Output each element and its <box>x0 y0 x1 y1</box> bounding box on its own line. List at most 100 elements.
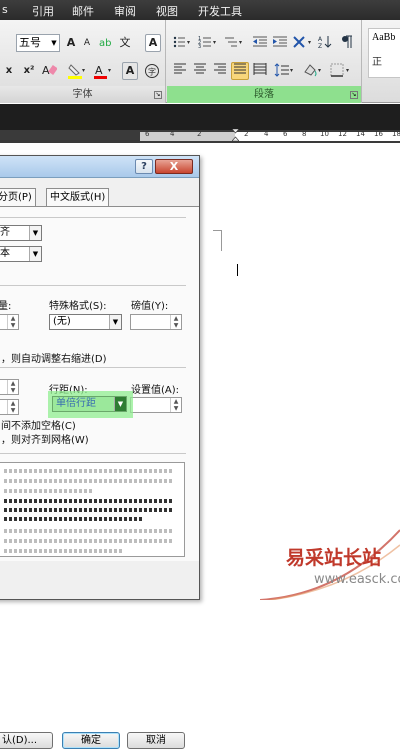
indent-marker-icon[interactable] <box>232 129 239 141</box>
tab-review[interactable]: 审阅 <box>114 3 136 19</box>
ruler-number: 6 <box>283 130 288 138</box>
svg-text:A: A <box>95 64 103 77</box>
help-button[interactable]: ? <box>135 159 153 174</box>
numbering-icon[interactable]: 1 2 3 ▾ <box>197 34 219 52</box>
ruler-number: 4 <box>264 130 269 138</box>
paragraph-group-label: 段落 <box>167 86 361 103</box>
sort-icon[interactable]: AZ <box>317 34 333 52</box>
spacing-after-spinner[interactable]: ▲ ▼ <box>0 399 19 415</box>
phonetic-guide-icon[interactable]: ab <box>97 34 113 52</box>
wen-button[interactable]: 文 <box>116 34 134 52</box>
svg-text:A: A <box>318 36 323 43</box>
line-spacing-select[interactable]: 单倍行距 ▼ <box>52 396 127 412</box>
font-group-label: 字体 <box>0 86 165 103</box>
cancel-button[interactable]: 取消 <box>127 732 185 749</box>
style-preview-text: AaBb <box>372 32 396 43</box>
align-center-icon[interactable] <box>191 62 209 80</box>
spin-down-icon[interactable]: ▼ <box>7 407 18 414</box>
ribbon-tab-bar: s 引用 邮件 审阅 视图 开发工具 <box>0 0 400 20</box>
shading-icon[interactable]: ▾ <box>301 62 325 80</box>
no-space-checkbox-label[interactable]: 间不添加空格(C) <box>1 417 76 432</box>
spin-down-icon[interactable]: ▼ <box>7 387 18 394</box>
subscript-button[interactable]: x <box>2 62 16 80</box>
set-default-button[interactable]: 认(D)... <box>0 732 53 749</box>
special-format-select[interactable]: (无) ▼ <box>49 314 122 330</box>
distributed-icon[interactable] <box>251 62 269 80</box>
style-normal-tile[interactable]: AaBb 正 <box>368 28 400 78</box>
spin-down-icon[interactable]: ▼ <box>7 322 18 329</box>
styles-group: AaBb 正 <box>363 20 400 103</box>
ok-button[interactable]: 确定 <box>62 732 120 749</box>
tab-asian-typography[interactable]: 中文版式(H) <box>46 188 110 206</box>
watermark-text: 易采站长站 <box>286 547 382 569</box>
superscript-button[interactable]: x² <box>20 62 38 80</box>
spin-down-icon[interactable]: ▼ <box>170 405 181 412</box>
svg-text:▾: ▾ <box>318 67 321 74</box>
outline-level-select[interactable]: 本 ▼ <box>0 246 42 262</box>
auto-indent-checkbox-label[interactable]: ，则自动调整右缩进(D) <box>1 350 107 365</box>
ruler-number: 16 <box>374 130 383 138</box>
dialog-titlebar[interactable]: ? X <box>0 156 199 178</box>
chevron-down-icon[interactable]: ▼ <box>49 35 59 51</box>
spin-up-icon[interactable]: ▲ <box>7 315 18 322</box>
horizontal-ruler[interactable]: 6 4 2 2 4 6 8 10 12 14 16 18 <box>0 129 400 143</box>
tab-mailings[interactable]: 邮件 <box>72 3 94 19</box>
font-dialog-launcher-icon[interactable]: ↘ <box>154 91 162 99</box>
grow-font-button[interactable]: A <box>64 34 78 52</box>
line-spacing-icon[interactable]: ▾ <box>273 62 297 80</box>
char-shading-button[interactable]: A <box>122 62 138 80</box>
snap-grid-checkbox-label[interactable]: ，则对齐到网格(W) <box>1 431 89 446</box>
tab-references[interactable]: 引用 <box>32 3 54 19</box>
watermark-url: www.easck.com <box>314 572 400 587</box>
highlight-color-icon[interactable]: ▾ <box>66 62 88 80</box>
indent-left-spinner[interactable]: ▲ ▼ <box>0 314 19 330</box>
enclosed-char-icon[interactable]: 字 <box>143 62 161 80</box>
text-cursor <box>237 264 238 276</box>
tab-start-partial[interactable]: s <box>2 3 8 16</box>
justify-icon[interactable] <box>231 62 249 80</box>
tab-view[interactable]: 视图 <box>156 3 178 19</box>
font-size-combo[interactable]: 五号 ▼ <box>16 34 60 52</box>
ruler-number: 2 <box>197 130 202 138</box>
decrease-indent-icon[interactable] <box>251 34 269 52</box>
borders-icon[interactable]: ▾ <box>329 62 353 80</box>
shrink-font-button[interactable]: A <box>80 34 94 52</box>
spin-up-icon[interactable]: ▲ <box>170 398 181 405</box>
multilevel-list-icon[interactable]: ▾ <box>223 34 245 52</box>
paragraph-dialog-launcher-icon[interactable]: ↘ <box>350 91 358 99</box>
indent-value-spinner[interactable]: ▲ ▼ <box>130 314 182 330</box>
align-left-icon[interactable] <box>171 62 189 80</box>
font-color-icon[interactable]: A ▾ <box>92 62 114 80</box>
clear-format-icon[interactable]: A <box>40 62 58 80</box>
svg-text:A: A <box>42 64 50 77</box>
chevron-down-icon[interactable]: ▼ <box>29 247 41 261</box>
ruler-number: 14 <box>356 130 365 138</box>
spin-up-icon[interactable]: ▲ <box>170 315 181 322</box>
align-right-icon[interactable] <box>211 62 229 80</box>
special-format-label: 特殊格式(S): <box>49 301 107 312</box>
chevron-down-icon[interactable]: ▼ <box>109 315 121 329</box>
svg-text:▾: ▾ <box>308 39 311 46</box>
spacing-before-spinner[interactable]: ▲ ▼ <box>0 379 19 395</box>
alignment-select[interactable]: 齐 ▼ <box>0 225 42 241</box>
chevron-down-icon[interactable]: ▼ <box>29 226 41 240</box>
char-border-button[interactable]: A <box>145 34 161 52</box>
svg-text:▾: ▾ <box>346 67 349 74</box>
ribbon: 五号 ▼ A A ab 文 A x x² A ▾ A▾ A 字 字体 ↘ ▾ <box>0 20 400 103</box>
status-strip <box>0 104 400 130</box>
show-marks-icon[interactable] <box>339 34 355 52</box>
chevron-down-icon[interactable]: ▼ <box>114 397 126 411</box>
ruler-number: 4 <box>170 130 175 138</box>
special-format-value: (无) <box>53 316 71 327</box>
bullets-icon[interactable]: ▾ <box>171 34 193 52</box>
set-value-spinner[interactable]: ▲ ▼ <box>130 397 182 413</box>
spin-up-icon[interactable]: ▲ <box>7 380 18 387</box>
close-button[interactable]: X <box>155 159 193 174</box>
tab-developer[interactable]: 开发工具 <box>198 3 242 19</box>
svg-text:▾: ▾ <box>239 39 242 46</box>
asian-layout-icon[interactable]: ▾ <box>291 34 315 52</box>
spin-up-icon[interactable]: ▲ <box>7 400 18 407</box>
spin-down-icon[interactable]: ▼ <box>170 322 181 329</box>
tab-page-break[interactable]: 分页(P) <box>0 188 36 206</box>
increase-indent-icon[interactable] <box>271 34 289 52</box>
